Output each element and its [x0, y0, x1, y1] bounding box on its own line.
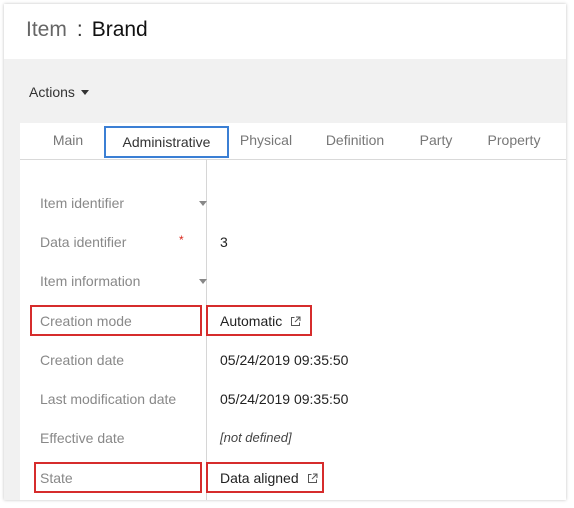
title-separator: :: [76, 18, 83, 41]
field-label: Data identifier: [40, 234, 127, 250]
creation-mode-value-highlight: [206, 305, 312, 336]
field-data-identifier: Data identifier * 3: [20, 227, 566, 257]
tab-administrative[interactable]: Administrative: [104, 126, 229, 158]
tab-property[interactable]: Property: [482, 125, 546, 155]
chevron-down-icon[interactable]: [199, 279, 207, 284]
details-panel: Main Administrative Physical Definition …: [20, 123, 566, 500]
title-name: Brand: [91, 18, 148, 41]
tab-physical[interactable]: Physical: [238, 125, 294, 155]
state-label-highlight: [34, 462, 202, 493]
section-label: Item identifier: [40, 195, 125, 211]
field-label: Creation date: [40, 352, 125, 368]
page-title: Item: Brand: [26, 18, 148, 42]
state-value-highlight: [206, 462, 324, 493]
actions-menu-button[interactable]: Actions: [29, 84, 89, 100]
field-label: Effective date: [40, 430, 125, 446]
field-value: 05/24/2019 09:35:50: [220, 391, 349, 407]
field-effective-date: Effective date [not defined]: [20, 423, 566, 453]
field-creation-date: Creation date 05/24/2019 09:35:50: [20, 345, 566, 375]
chevron-down-icon[interactable]: [199, 201, 207, 206]
tab-bar: Main Administrative Physical Definition …: [20, 123, 566, 160]
actions-label: Actions: [29, 84, 75, 100]
field-value: [not defined]: [220, 430, 292, 445]
field-label: Last modification date: [40, 391, 177, 407]
field-value: 3: [220, 234, 228, 250]
section-item-information[interactable]: Item information: [20, 266, 566, 296]
section-item-identifier[interactable]: Item identifier: [20, 188, 566, 218]
title-entity: Item: [26, 18, 67, 41]
tab-definition[interactable]: Definition: [318, 125, 392, 155]
field-last-modification-date: Last modification date 05/24/2019 09:35:…: [20, 384, 566, 414]
window: Item: Brand Actions Main Administrative P…: [4, 4, 566, 500]
section-label: Item information: [40, 273, 141, 289]
creation-mode-label-highlight: [30, 305, 202, 336]
tab-party[interactable]: Party: [416, 125, 456, 155]
tab-main[interactable]: Main: [42, 125, 94, 155]
page-header: Item: Brand: [4, 4, 566, 59]
required-marker: *: [179, 233, 184, 247]
chevron-down-icon: [80, 90, 89, 95]
field-value: 05/24/2019 09:35:50: [220, 352, 349, 368]
